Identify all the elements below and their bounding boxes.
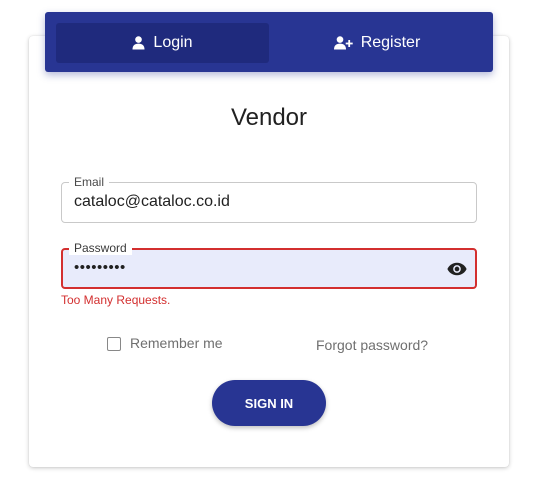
email-input[interactable]: cataloc@cataloc.co.id: [74, 193, 230, 211]
eye-icon[interactable]: [447, 261, 467, 277]
password-field[interactable]: Password •••••••••: [61, 241, 477, 289]
form-title: Vendor: [230, 104, 308, 131]
tab-register[interactable]: Register: [271, 23, 483, 63]
password-label: Password: [69, 241, 132, 255]
email-label: Email: [69, 175, 110, 189]
remember-me-checkbox[interactable]: Remember me: [107, 335, 223, 351]
checkbox-box[interactable]: [107, 337, 121, 351]
email-field[interactable]: Email cataloc@cataloc.co.id: [61, 175, 477, 223]
user-plus-icon: [333, 36, 353, 50]
tab-login-label: Login: [153, 34, 193, 51]
sign-in-button[interactable]: SIGN IN: [212, 380, 326, 426]
password-input[interactable]: •••••••••: [74, 259, 126, 276]
password-error: Too Many Requests.: [61, 293, 171, 307]
user-icon: [132, 36, 145, 50]
auth-tab-bar: Login Register: [45, 12, 493, 72]
tab-register-label: Register: [360, 34, 421, 51]
forgot-password-link[interactable]: Forgot password?: [316, 337, 428, 353]
remember-me-label: Remember me: [130, 335, 223, 351]
tab-login[interactable]: Login: [56, 23, 269, 63]
